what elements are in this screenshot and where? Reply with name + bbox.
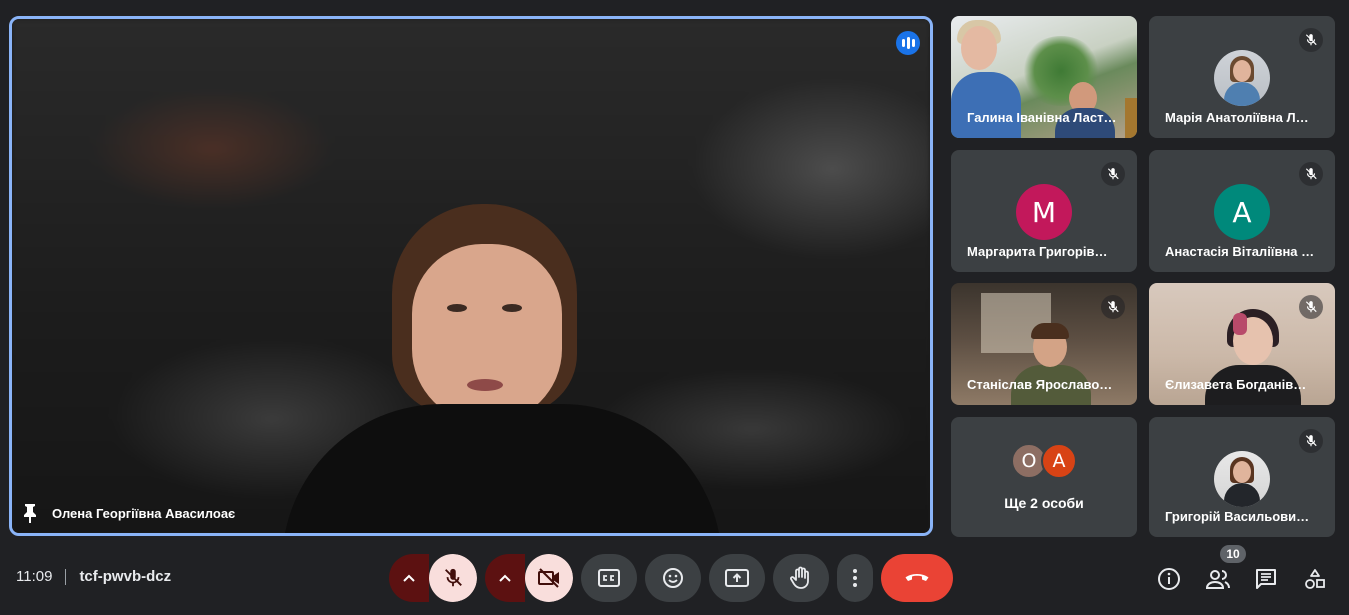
present-screen-button[interactable] [709, 554, 765, 602]
participant-name: Марія Анатоліївна Л… [1165, 110, 1309, 125]
info-icon [1158, 568, 1180, 590]
captions-icon [598, 569, 620, 587]
mic-off-icon [1101, 162, 1125, 186]
participant-tile[interactable]: Станіслав Ярославо… [951, 283, 1137, 405]
participant-name: Григорій Васильови… [1165, 509, 1310, 524]
participant-tile[interactable]: А Анастасія Віталіївна … [1149, 150, 1335, 272]
avatar: М [1016, 184, 1072, 240]
avatar: А [1214, 184, 1270, 240]
avatar: А [1041, 443, 1077, 479]
participant-name: Анастасія Віталіївна … [1165, 244, 1315, 259]
meeting-info: 11:09 tcf-pwvb-dcz [16, 568, 171, 585]
participant-name: Галина Іванівна Ласт… [967, 110, 1117, 125]
clock: 11:09 [16, 568, 53, 585]
mic-off-icon [1299, 162, 1323, 186]
more-vert-icon [853, 569, 857, 587]
mic-off-icon [445, 568, 462, 587]
hand-icon [790, 566, 809, 589]
speaking-indicator-icon [896, 31, 920, 55]
avatar [1214, 451, 1270, 507]
leave-call-button[interactable] [881, 554, 953, 602]
participant-tile[interactable]: Єлизавета Богданів… [1149, 283, 1335, 405]
main-speaker-label: Олена Георгіївна Авасилоає [22, 503, 235, 523]
main-speaker-tile[interactable]: Олена Георгіївна Авасилоає [9, 16, 933, 536]
activities-icon [1305, 569, 1325, 589]
participant-tile[interactable]: Марія Анатоліївна Л… [1149, 16, 1335, 138]
reactions-button[interactable] [645, 554, 701, 602]
end-call-icon [905, 574, 929, 581]
participant-name: Маргарита Григорів… [967, 244, 1108, 259]
mic-off-icon [1101, 295, 1125, 319]
video-off-icon [538, 568, 559, 588]
mic-off-button[interactable] [429, 554, 477, 602]
mic-off-icon [1299, 295, 1323, 319]
chat-icon [1256, 569, 1276, 589]
camera-options-chevron-up-icon[interactable] [485, 554, 525, 602]
participant-name: Єлизавета Богданів… [1165, 377, 1307, 392]
people-button[interactable] [1204, 565, 1232, 593]
captions-button[interactable] [581, 554, 637, 602]
chat-button[interactable] [1252, 565, 1280, 593]
participant-name: Станіслав Ярославо… [967, 377, 1113, 392]
more-options-button[interactable] [837, 554, 873, 602]
activities-button[interactable] [1301, 565, 1329, 593]
participant-tile[interactable]: М Маргарита Григорів… [951, 150, 1137, 272]
participant-count-badge: 10 [1220, 545, 1246, 563]
raise-hand-button[interactable] [773, 554, 829, 602]
divider [65, 568, 67, 585]
participant-tile[interactable]: Григорій Васильови… [1149, 417, 1335, 537]
avatar [1214, 50, 1270, 106]
meeting-details-button[interactable] [1155, 565, 1183, 593]
more-participants-label: Ще 2 особи [1004, 495, 1084, 511]
microphone-control [389, 554, 477, 602]
mic-off-icon [1299, 429, 1323, 453]
present-icon [725, 569, 749, 587]
participant-tile[interactable]: Галина Іванівна Ласт… [951, 16, 1137, 138]
speaker-video [272, 204, 732, 533]
pin-icon[interactable] [22, 503, 38, 523]
camera-control [485, 554, 573, 602]
mic-options-chevron-up-icon[interactable] [389, 554, 429, 602]
mic-off-icon [1299, 28, 1323, 52]
more-participants-tile[interactable]: О А Ще 2 особи [951, 417, 1137, 537]
camera-off-button[interactable] [525, 554, 573, 602]
main-speaker-name: Олена Георгіївна Авасилоає [52, 505, 236, 521]
avatar-stack: О А [1011, 443, 1077, 479]
meeting-code: tcf-pwvb-dcz [79, 568, 172, 585]
emoji-icon [663, 568, 683, 588]
people-icon [1205, 570, 1230, 589]
